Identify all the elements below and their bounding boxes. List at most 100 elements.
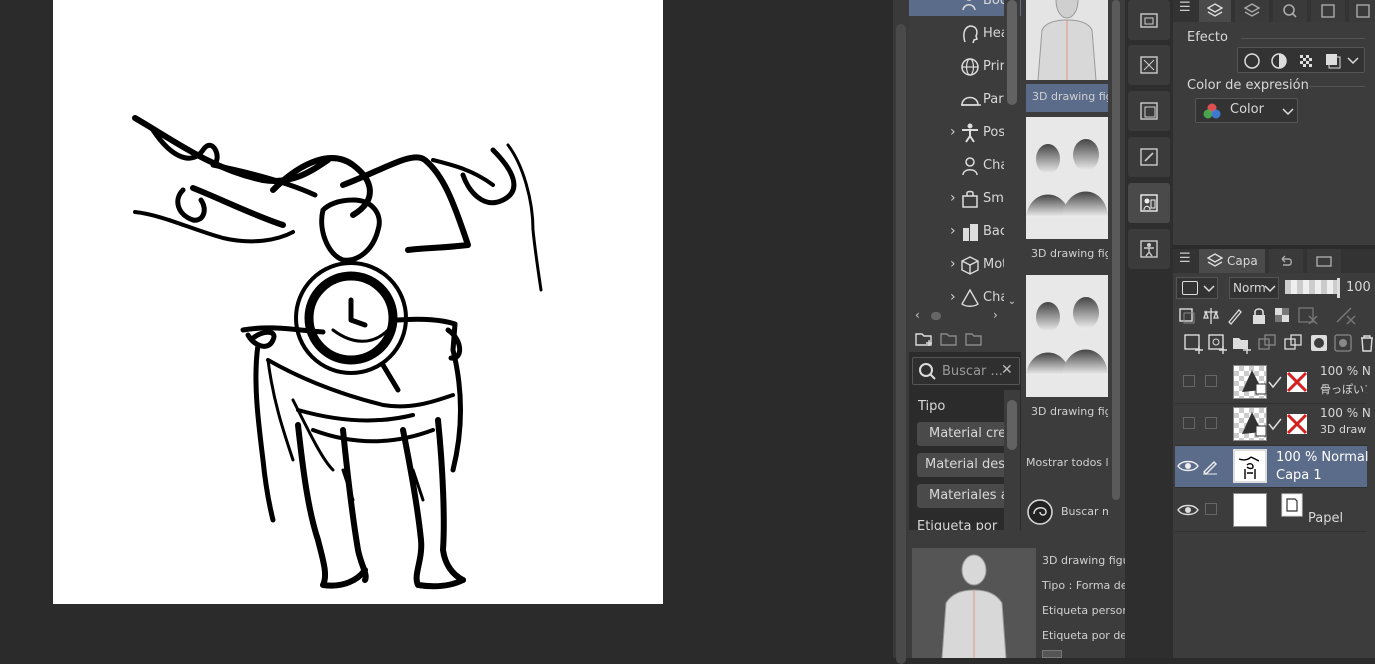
edit-icon [1140, 148, 1158, 166]
filter-button-created[interactable]: Material crea [917, 422, 1007, 446]
layer-mask-icon[interactable] [1309, 333, 1331, 355]
search-more-link[interactable]: Buscar m [1061, 505, 1113, 518]
scroll-down-icon[interactable]: ⌄ [1004, 296, 1020, 308]
scroll-right-icon[interactable]: › [993, 308, 998, 322]
new-folder-icon[interactable] [1231, 333, 1253, 355]
material-search-input[interactable]: Buscar ... ✕ [912, 357, 1020, 385]
figure-icon [1140, 240, 1158, 258]
scroll-left-icon[interactable]: ‹ [915, 308, 920, 322]
navigator-button[interactable] [1128, 0, 1170, 40]
new-folder-icon[interactable] [914, 328, 934, 348]
chevron-right-icon[interactable]: › [950, 289, 956, 305]
chevron-right-icon[interactable]: › [950, 190, 956, 206]
material-thumbnail-heads[interactable] [1026, 117, 1108, 239]
check-icon [1268, 376, 1282, 389]
layer-toolbar-row-1 [1177, 306, 1375, 328]
eye-icon[interactable] [1177, 458, 1199, 474]
draft-layer-icon[interactable] [1225, 306, 1245, 326]
globe-icon [961, 58, 979, 76]
layer-color-dropdown[interactable] [1176, 277, 1218, 299]
tab-animation[interactable] [1307, 249, 1341, 273]
tab-layer-search[interactable] [1235, 0, 1269, 22]
tree-scrollbar[interactable] [1004, 0, 1020, 310]
tab-layer-property[interactable] [1199, 0, 1231, 22]
mask-disabled-icon[interactable] [1297, 306, 1321, 326]
edit-button[interactable] [1128, 137, 1170, 177]
clip-layer-icon[interactable] [1177, 306, 1197, 326]
merge-layer-icon[interactable] [1283, 333, 1305, 355]
menu-icon[interactable]: ☰ [1179, 0, 1191, 15]
chevron-right-icon[interactable]: › [950, 223, 956, 239]
opacity-slider[interactable] [1285, 280, 1339, 294]
item-bank-button[interactable] [1128, 91, 1170, 131]
search-placeholder: Buscar ... [942, 364, 1003, 379]
layer-name: Papel [1308, 511, 1344, 526]
material-label[interactable]: 3D drawing figu [1026, 84, 1120, 112]
eye-icon[interactable] [1177, 502, 1199, 518]
assets-logo-icon[interactable] [1026, 498, 1054, 526]
lock-icon[interactable] [1249, 306, 1269, 326]
delete-folder-icon[interactable] [939, 328, 959, 348]
edit-target-toggle[interactable] [1205, 375, 1217, 387]
tab-save[interactable] [1311, 0, 1345, 22]
head-icon [963, 25, 978, 44]
layer-row-paper[interactable]: Papel [1175, 488, 1367, 532]
layers-icon [1244, 3, 1260, 17]
lock-transparent-icon[interactable] [1273, 306, 1293, 326]
blend-mode-dropdown[interactable]: Norm [1229, 277, 1279, 299]
material-label[interactable]: 3D drawing figu [1031, 405, 1119, 418]
edit-target-toggle[interactable] [1205, 503, 1217, 515]
filter-button-materials[interactable]: Materiales a [917, 484, 1007, 508]
layer-opacity-blend: 100 % Normal [1276, 450, 1369, 465]
new-raster-layer-icon[interactable] [1183, 333, 1205, 355]
sketch-drawing [132, 115, 543, 590]
material-button[interactable] [1128, 183, 1170, 223]
reference-layer-icon[interactable] [1201, 306, 1221, 326]
layer-row-selected[interactable]: 100 % Normal Capa 1 [1175, 446, 1369, 488]
3d-layer-icon [1242, 412, 1267, 437]
material-label[interactable]: 3D drawing figu [1031, 247, 1119, 260]
new-vector-layer-icon[interactable] [1207, 333, 1229, 355]
visibility-toggle[interactable] [1183, 417, 1195, 429]
delete-layer-icon[interactable] [1357, 333, 1375, 355]
3d-figure-button[interactable] [1128, 229, 1170, 269]
show-all-link[interactable]: Mostrar todos los [1026, 456, 1121, 469]
sub-view-button[interactable] [1128, 45, 1170, 85]
material-thumbnail-body[interactable] [1026, 0, 1108, 81]
edit-target-toggle[interactable] [1205, 417, 1217, 429]
material-list-scrollbar[interactable] [1108, 0, 1124, 530]
filter-scrollbar[interactable] [1004, 390, 1020, 530]
layer-row[interactable]: 100 % N 3D drawi [1175, 404, 1371, 446]
property-tab-bar: ☰ [1173, 0, 1375, 22]
material-thumbnail-heads-2[interactable] [1026, 275, 1108, 397]
layer-opacity-blend: 100 % N [1320, 406, 1371, 420]
checkbox[interactable] [1042, 650, 1062, 658]
tab-layer[interactable]: Capa [1199, 249, 1265, 273]
apply-mask-icon[interactable] [1333, 333, 1355, 355]
chevron-right-icon[interactable]: › [950, 256, 956, 272]
transfer-layer-icon[interactable] [1257, 333, 1279, 355]
heads-thumbnail [1026, 139, 1108, 217]
opacity-value: 100 [1346, 280, 1371, 295]
tab-more[interactable] [1349, 0, 1375, 22]
opacity-slider-handle[interactable] [1337, 278, 1340, 298]
effect-selector[interactable] [1237, 47, 1365, 73]
tree-item-label: Sm [983, 191, 1004, 206]
visibility-toggle[interactable] [1183, 375, 1195, 387]
menu-icon[interactable]: ☰ [1179, 251, 1191, 266]
drawing-canvas[interactable] [53, 0, 663, 604]
edit-folder-icon[interactable] [964, 328, 984, 348]
layer-opacity-blend: 100 % N [1320, 364, 1371, 378]
clear-icon[interactable]: ✕ [1001, 362, 1013, 378]
chevron-right-icon[interactable]: › [950, 124, 956, 140]
tab-search[interactable] [1273, 0, 1307, 22]
pen-icon[interactable] [1201, 457, 1219, 475]
ruler-disabled-icon[interactable] [1335, 306, 1359, 326]
layer-row[interactable]: 100 % N 骨っぽいフ [1175, 362, 1371, 404]
filter-button-downloaded[interactable]: Material desc [917, 453, 1007, 477]
tab-history[interactable] [1269, 249, 1303, 273]
panel-divider-scrollbar[interactable] [893, 0, 909, 664]
color-expression-dropdown[interactable]: Color [1195, 98, 1298, 123]
tree-horizontal-scrollbar[interactable]: ‹ › [909, 308, 1021, 324]
3d-layer-icon [1242, 370, 1267, 395]
